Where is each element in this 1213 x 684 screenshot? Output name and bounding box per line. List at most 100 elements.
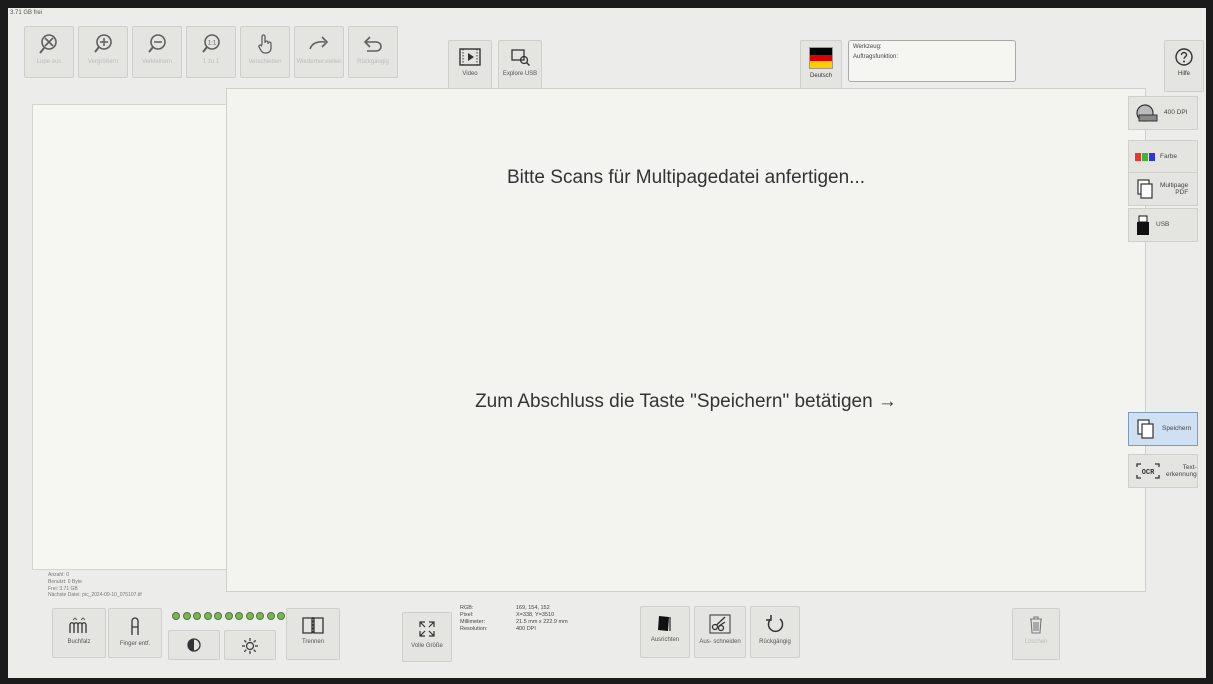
book-fold-icon [69,617,87,633]
job-label: Auftragsfunktion: [853,53,899,60]
full-size-button[interactable]: Volle Größe [402,612,452,662]
zoom-out-icon [148,34,166,53]
status-indicator-dot [172,612,180,620]
ocr-button[interactable]: OCR Text-erkennung [1128,454,1198,488]
mm-value: 21.5 mm x 222.9 mm [516,619,568,626]
align-label: Ausrichten [650,637,680,643]
zoom-in-button[interactable]: Vergrößern [78,26,128,78]
status-indicator-dot [256,612,264,620]
undo-button[interactable]: Rückgängig [348,26,398,78]
status-indicator-dot [214,612,222,620]
destination-button[interactable]: USB [1128,208,1198,242]
zoom-reset-button[interactable]: Lupe aus [24,26,74,78]
next-file-stat: Nächste Datei: pic_2024-09-10_075107.tif [48,592,142,599]
delete-label: Löschen [1024,639,1048,645]
zoom-out-label: Verkleinern [141,59,173,65]
status-indicator-row [172,612,285,620]
destination-label: USB [1156,221,1170,229]
zoom-reset-label: Lupe aus [36,59,62,65]
pixel-value: X=338, Y=3510 [516,612,555,619]
file-format-line2: PDF [1175,189,1189,196]
thumbnail-panel[interactable] [32,104,233,570]
pixel-info-panel: RGB: 169, 154, 152 Pixel: X=338, Y=3510 Mi… [460,605,568,634]
save-label: Speichern [1162,425,1192,433]
pan-button[interactable]: Verschieben [240,26,290,78]
status-indicator-dot [182,612,191,620]
file-stats: Anzahl: 0 Benutzt: 0 Byte Frei: 3.71 GB … [48,572,142,599]
help-button[interactable]: Hilfe [1164,40,1204,92]
zoom-1to1-button[interactable]: 1:1 1 zu 1 [186,26,236,78]
resolution-label: 400 DPI [1164,109,1188,117]
help-label: Hilfe [1177,71,1190,77]
rgb-label: RGB: [460,605,474,611]
color-mode-button[interactable]: Farbe [1128,140,1198,174]
full-size-label: Volle Größe [411,643,443,649]
pixel-label: Pixel: [460,612,474,619]
language-label: Deutsch [809,73,832,79]
svg-text:OCR: OCR [1142,469,1155,477]
info-box: Werkzeug: Auftragsfunktion: [848,40,1016,82]
rotate-undo-label: Rückgängig [759,639,791,645]
file-format-button[interactable]: Multipage PDF [1128,172,1198,206]
explore-label: Explore USB [502,71,538,77]
status-indicator-dot [245,612,254,620]
german-flag-icon [809,47,833,69]
zoom-out-button[interactable]: Verkleinern [132,26,182,78]
save-button[interactable]: Speichern [1128,412,1198,446]
contrast-icon [187,638,201,652]
free-stat: Frei: 3.71 GB [48,585,78,592]
open-book-icon [302,617,324,634]
redo-button[interactable]: Wiederherstellen [294,26,344,78]
count-stat: Anzahl: 0 [48,572,69,578]
video-icon [459,48,481,66]
status-indicator-dot [235,612,243,620]
save-pages-icon [1137,419,1154,439]
brightness-button[interactable] [224,630,276,660]
resolution-icon [1136,104,1158,122]
pan-label: Verschieben [248,59,282,65]
mm-label: Millimeter: [460,619,486,626]
zoom-cancel-icon [39,34,57,54]
trash-icon [1030,616,1042,634]
scan-preview-area[interactable]: Bitte Scans für Multipagedatei anfertige… [226,88,1146,592]
zoom-1-1-icon: 1:1 [202,34,220,53]
book-fold-button[interactable]: Buchfalz [52,608,106,658]
fit-expand-icon [419,621,435,637]
scan-instruction: Bitte Scans für Multipagedatei anfertige… [506,167,866,188]
crop-label: Aus- schneiden [699,639,741,645]
rotate-undo-button[interactable]: Rückgängig [750,606,800,658]
split-button[interactable]: Trennen [286,608,340,660]
explore-usb-button[interactable]: Explore USB [498,40,542,90]
usb-stick-icon [1137,215,1149,235]
redo-arrow-icon [309,36,329,50]
color-mode-label: Farbe [1160,153,1177,161]
crop-button[interactable]: Aus- schneiden [694,606,746,658]
resolution-info-value: 400 DPI [516,626,536,633]
multipage-icon [1137,179,1153,199]
finger-remove-button[interactable]: Finger entf. [108,608,162,658]
resolution-info-label: Resolution: [460,626,488,633]
help-icon [1175,48,1193,66]
language-button[interactable]: Deutsch [800,40,842,90]
ocr-icon: OCR [1136,463,1160,479]
status-indicator-dot [224,612,233,620]
used-stat: Benutzt: 0 Byte [48,578,82,585]
ocr-line2: erkennung [1166,471,1197,478]
video-button[interactable]: Video [448,40,492,90]
undo-arrow-icon [363,36,382,52]
contrast-button[interactable] [168,630,220,660]
file-format-label: Multipage PDF [1160,182,1188,197]
zoom-1to1-label: 1 zu 1 [202,59,220,65]
ocr-label: Text-erkennung [1166,464,1197,479]
resolution-button[interactable]: 400 DPI [1128,96,1198,130]
hand-pointer-icon [258,34,272,54]
book-fold-label: Buchfalz [67,639,91,645]
brightness-icon [242,638,258,654]
delete-button[interactable]: Löschen [1012,608,1060,660]
scissors-icon [709,614,731,634]
scanner-app-window: 3.71 GB frei Lupe aus Vergrößern Verklei… [8,8,1206,678]
svg-text:1:1: 1:1 [208,41,217,47]
align-button[interactable]: Ausrichten [640,606,690,658]
rotate-icon [766,615,784,633]
rgb-color-icon [1135,153,1155,161]
